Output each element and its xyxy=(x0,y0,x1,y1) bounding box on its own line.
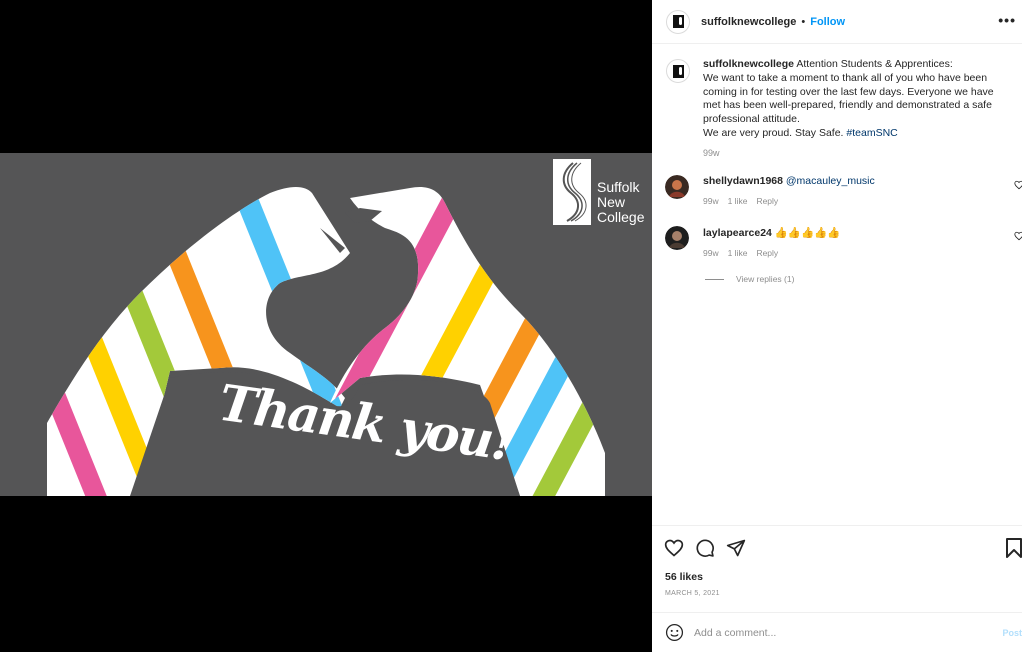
comment-like-icon[interactable] xyxy=(1014,180,1022,190)
likes-count[interactable]: 56 likes xyxy=(665,571,703,583)
comment-body: laylapearce24 👍👍👍👍👍 99w 1 like Reply xyxy=(703,226,840,258)
caption-timestamp[interactable]: 99w xyxy=(703,147,1003,161)
follow-button[interactable]: Follow xyxy=(810,16,845,28)
comment-text: 👍👍👍👍👍 xyxy=(774,227,841,239)
comment-meta: 99w 1 like Reply xyxy=(703,248,840,258)
post-caption: suffolknewcollege Attention Students & A… xyxy=(666,58,1003,161)
comment-item: laylapearce24 👍👍👍👍👍 99w 1 like Reply xyxy=(665,226,1022,258)
hashtag-link[interactable]: #teamSNC xyxy=(846,127,897,139)
post-date[interactable]: MARCH 5, 2021 xyxy=(665,590,720,597)
college-logo: Suffolk New College xyxy=(553,159,644,225)
college-logo-mark xyxy=(553,159,591,225)
commenter-avatar[interactable] xyxy=(665,175,689,199)
post-header: suffolknewcollege • Follow ••• xyxy=(652,0,1022,44)
commenter-avatar[interactable] xyxy=(665,226,689,250)
author-username[interactable]: suffolknewcollege xyxy=(701,16,796,28)
post-sidebar: suffolknewcollege • Follow ••• suffolkne… xyxy=(652,0,1022,652)
college-logo-text: Suffolk New College xyxy=(597,180,644,225)
view-replies-label: View replies (1) xyxy=(736,274,795,284)
comment-reply-button[interactable]: Reply xyxy=(756,248,778,258)
comment-reply-button[interactable]: Reply xyxy=(756,196,778,206)
post-actions: 56 likes MARCH 5, 2021 xyxy=(652,525,1022,613)
action-icons xyxy=(664,538,746,558)
comment-likes[interactable]: 1 like xyxy=(728,248,748,258)
comments-section: suffolknewcollege Attention Students & A… xyxy=(652,45,1022,525)
caption-line-1: Attention Students & Apprentices: xyxy=(796,58,953,70)
caption-line-2: We want to take a moment to thank all of… xyxy=(703,71,994,126)
comment-body: shellydawn1968 @macauley_music 99w 1 lik… xyxy=(703,175,875,206)
comment-like-icon[interactable] xyxy=(1014,231,1022,241)
like-heart-icon[interactable] xyxy=(664,538,684,558)
post-modal: Thank you! Suffolk New College suffolkne… xyxy=(0,0,1022,652)
post-media: Thank you! Suffolk New College xyxy=(0,0,652,652)
share-send-icon[interactable] xyxy=(726,538,746,558)
post-image[interactable]: Thank you! Suffolk New College xyxy=(0,153,652,496)
comment-input[interactable] xyxy=(694,626,984,639)
emoji-picker-icon[interactable] xyxy=(665,623,684,642)
caption-avatar[interactable] xyxy=(666,59,690,83)
comment-likes[interactable]: 1 like xyxy=(728,196,748,206)
separator-dot: • xyxy=(801,15,806,28)
view-replies-line xyxy=(705,278,724,280)
logo-line-3: College xyxy=(597,209,645,225)
comment-meta: 99w 1 like Reply xyxy=(703,196,875,206)
caption-body: suffolknewcollege Attention Students & A… xyxy=(703,58,1003,161)
post-comment-button[interactable]: Post xyxy=(1002,628,1022,638)
caption-line-3: We are very proud. Stay Safe. xyxy=(703,126,844,139)
comment-item: shellydawn1968 @macauley_music 99w 1 lik… xyxy=(665,175,1022,206)
logo-line-2: New xyxy=(597,194,626,210)
comment-username[interactable]: shellydawn1968 xyxy=(703,175,783,187)
comment-time[interactable]: 99w xyxy=(703,248,719,258)
save-bookmark-icon[interactable] xyxy=(1006,538,1022,558)
logo-line-1: Suffolk xyxy=(597,179,640,195)
add-comment-bar: Post xyxy=(652,612,1022,652)
view-replies-button[interactable]: View replies (1) xyxy=(705,274,794,284)
more-options-icon[interactable]: ••• xyxy=(998,12,1016,28)
author-avatar[interactable] xyxy=(666,9,690,34)
comment-username[interactable]: laylapearce24 xyxy=(703,227,772,239)
caption-username[interactable]: suffolknewcollege xyxy=(703,58,794,70)
comment-time[interactable]: 99w xyxy=(703,196,719,206)
comment-mention[interactable]: @macauley_music xyxy=(786,175,875,187)
comment-bubble-icon[interactable] xyxy=(695,538,715,558)
